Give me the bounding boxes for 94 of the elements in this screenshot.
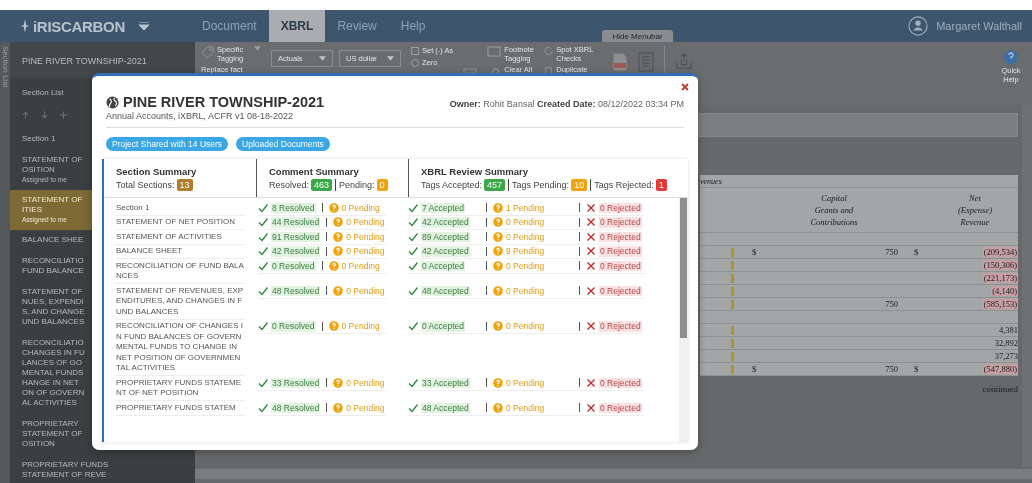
count-badge: 13: [176, 179, 193, 191]
count-badge: 1: [655, 179, 667, 191]
continued-note: continued: [982, 384, 1018, 394]
count-badge: 463: [311, 179, 333, 191]
rejected-count: 0 Rejected: [599, 321, 642, 332]
pending-count: 1 Pending: [506, 202, 545, 213]
section-name: Section 1: [116, 201, 244, 216]
table-cell: (221,173): [982, 273, 1018, 283]
done-count: 33 Accepted: [421, 377, 470, 388]
done-count: 8 Resolved: [271, 202, 316, 213]
pending-count: 0 Pending: [346, 246, 385, 257]
section-name: BALANCE SHEET: [116, 244, 244, 259]
pending-count: 0 Pending: [346, 285, 385, 296]
table-cell: 4,381: [998, 325, 1018, 335]
rejected-count: 0 Rejected: [599, 231, 642, 242]
pending-count: 0 Pending: [341, 260, 380, 271]
done-count: 42 Resolved: [271, 246, 321, 257]
table-cell: 750: [885, 247, 898, 257]
count-badge: 10: [571, 179, 588, 191]
done-count: 48 Resolved: [271, 285, 321, 296]
table-cell: 32,892: [994, 338, 1018, 348]
project-meta: Owner: Rohit Bansal Created Date: 08/12/2022 03:34 PM: [449, 99, 684, 109]
section-name: STATEMENT OF NET POSITION: [116, 215, 244, 230]
table-cell: $: [752, 247, 757, 257]
column-header: Capital Grants and Contributions: [770, 188, 898, 233]
done-count: 42 Accepted: [421, 246, 470, 257]
modal-title: PINE RIVER TOWNSHIP-2021: [123, 94, 325, 110]
section-name: STATEMENT OF ACTIVITIES: [116, 230, 244, 245]
done-count: 0 Resolved: [271, 321, 316, 332]
rejected-count: 0 Rejected: [599, 402, 642, 413]
section-name: RECONCILIATION OF FUND BALANCES: [116, 259, 244, 284]
done-count: 7 Accepted: [421, 202, 466, 213]
table-cell: 37,273: [994, 351, 1018, 361]
pending-count: 0 Pending: [341, 202, 380, 213]
pending-count: 0 Pending: [341, 321, 380, 332]
done-count: 0 Resolved: [271, 260, 316, 271]
table-cell: (209,534): [982, 247, 1018, 257]
done-count: 33 Resolved: [271, 377, 321, 388]
pending-count: 0 Pending: [346, 377, 385, 388]
table-cell: (4,140): [991, 286, 1018, 296]
summary-title: Section Summary: [116, 166, 198, 177]
count-badge: 0: [376, 179, 388, 191]
pending-count: 0 Pending: [506, 260, 545, 271]
project-name: PINE RIVER TOWNSHIP-2021: [10, 42, 195, 78]
pending-count: 0 Pending: [346, 217, 385, 228]
rejected-count: 0 Rejected: [599, 285, 642, 296]
pending-count: 0 Pending: [506, 217, 545, 228]
pending-count: 0 Pending: [346, 231, 385, 242]
table-cell: (547,880): [982, 364, 1018, 374]
done-count: 44 Resolved: [271, 217, 321, 228]
section-name: RECONCILIATION OF CHANGES IN FUND BALANCES OF GOVERNMENTAL FUNDS TO CHANGE IN NET POSITION OF GOVERNMENTAL ACTIVITIES: [116, 319, 244, 376]
pending-count: 0 Pending: [346, 402, 385, 413]
count-label: Pending:: [339, 180, 375, 190]
section-name: PROPRIETARY FUNDS STATEM: [116, 401, 244, 416]
count-badge: 457: [484, 179, 506, 191]
done-count: 48 Accepted: [421, 285, 470, 296]
table-cell: 750: [885, 364, 898, 374]
rejected-count: 0 Rejected: [599, 202, 642, 213]
pending-count: 0 Pending: [506, 402, 545, 413]
pending-count: 0 Pending: [506, 285, 545, 296]
table-cell: 750: [885, 299, 898, 309]
section-name: PROPRIETARY FUNDS STATEMENT OF NET POSITION: [116, 376, 244, 401]
table-cell: (150,306): [982, 260, 1018, 270]
done-count: 89 Accepted: [421, 231, 470, 242]
rejected-count: 0 Rejected: [599, 246, 642, 257]
done-count: 91 Resolved: [271, 231, 321, 242]
count-label: Resolved:: [269, 180, 310, 190]
rejected-count: 0 Rejected: [599, 217, 642, 228]
count-label: Tags Accepted:: [421, 180, 483, 190]
count-label: Tags Rejected:: [594, 180, 654, 190]
table-cell: (585,153): [982, 299, 1018, 309]
column-header: Net (Expense) Revenue: [932, 188, 1018, 233]
table-cell: $: [914, 364, 919, 374]
modal-subtitle: Annual Accounts, iXBRL, ACFR v1 08-18-2022: [106, 111, 295, 121]
summary-title: XBRL Review Summary: [421, 166, 529, 177]
done-count: 48 Resolved: [271, 402, 321, 413]
count-label: Total Sections:: [116, 180, 175, 190]
done-count: 0 Accepted: [421, 321, 466, 332]
pending-count: 0 Pending: [506, 231, 545, 242]
pending-count: 0 Pending: [506, 377, 545, 388]
table-cell: $: [752, 364, 757, 374]
pending-count: 0 Pending: [506, 321, 545, 332]
column-header-fragment: venues: [700, 175, 898, 188]
count-label: Tags Pending:: [512, 180, 570, 190]
rejected-count: 0 Rejected: [599, 377, 642, 388]
table-cell: $: [914, 247, 919, 257]
done-count: 48 Accepted: [421, 402, 470, 413]
done-count: 0 Accepted: [421, 260, 466, 271]
done-count: 42 Accepted: [421, 217, 470, 228]
section-name: STATEMENT OF REVENUES, EXPENDITURES, AND CHANGES IN FUND BALANCES: [116, 284, 244, 320]
summary-title: Comment Summary: [269, 166, 360, 177]
sidebar-heading: Section List: [22, 88, 64, 97]
pending-count: 9 Pending: [506, 246, 545, 257]
rejected-count: 0 Rejected: [599, 260, 642, 271]
